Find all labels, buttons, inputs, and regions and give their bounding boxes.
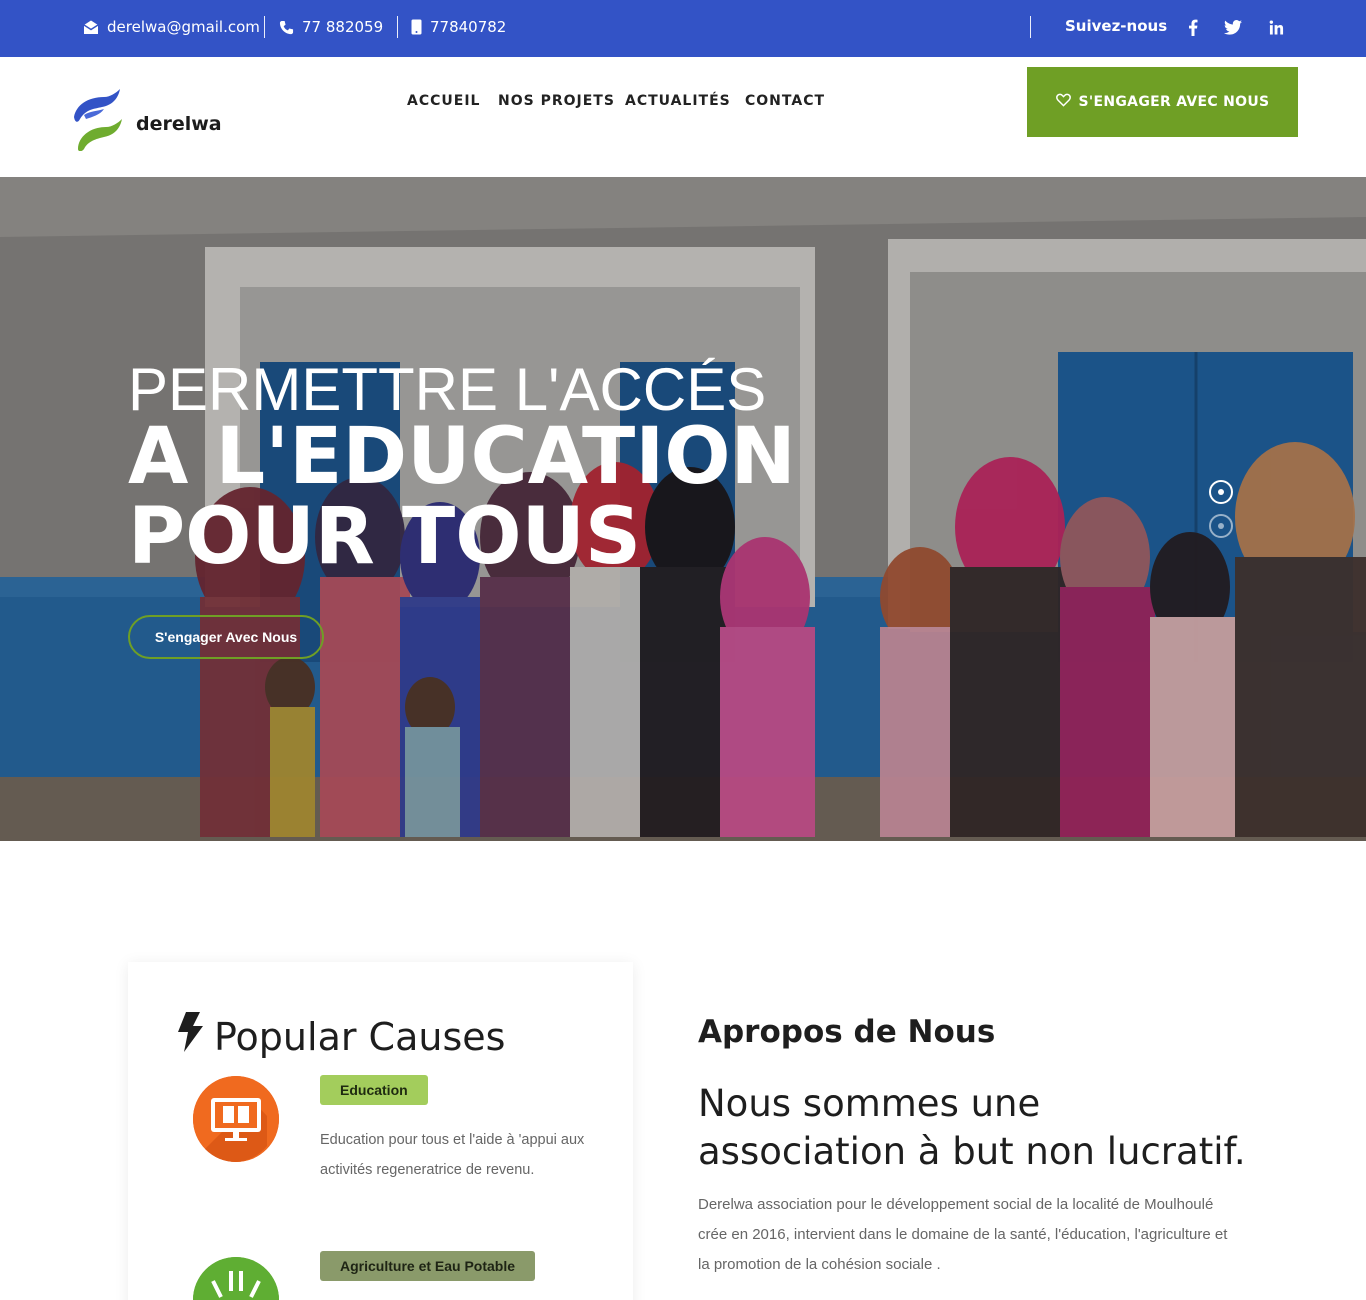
facebook-icon[interactable] [1182, 16, 1204, 38]
envelope-icon [83, 19, 99, 35]
main-header: derelwa ACCUEIL NOS PROJETS ACTUALITÉS C… [0, 57, 1366, 177]
slider-dot-2[interactable] [1209, 514, 1233, 538]
hero-engage-button[interactable]: S'engager Avec Nous [128, 615, 324, 659]
nav-nos-projets[interactable]: NOS PROJETS [498, 93, 615, 109]
popular-causes-card: Popular Causes Education Education pour … [128, 962, 633, 1300]
about-text: Derelwa association pour le développemen… [698, 1196, 1228, 1273]
mobile-text: 77840782 [430, 18, 507, 36]
popular-causes-title-text: Popular Causes [214, 1014, 506, 1059]
phone-icon [279, 20, 294, 35]
email-contact[interactable]: derelwa@gmail.com [83, 18, 260, 36]
logo-hands-icon [70, 87, 126, 155]
divider [1030, 16, 1031, 38]
phone-contact[interactable]: 77 882059 [279, 18, 383, 36]
engage-button[interactable]: S'ENGAGER AVEC NOUS [1027, 67, 1298, 137]
cause-education-description: Education pour tous et l'aide à 'appui a… [320, 1132, 585, 1178]
nav-accueil[interactable]: ACCUEIL [407, 93, 480, 109]
hero-slider: PERMETTRE L'ACCÉS A L'EDUCATION POUR TOU… [0, 177, 1366, 841]
hero-heading-line3: POUR TOUS [128, 492, 642, 582]
engage-button-label: S'ENGAGER AVEC NOUS [1078, 94, 1270, 110]
about-subtitle: Nous sommes une association à but non lu… [698, 1082, 1246, 1173]
nav-actualites[interactable]: ACTUALITÉS [625, 93, 731, 109]
logo-text: derelwa [136, 113, 222, 135]
divider [264, 16, 265, 38]
follow-label: Suivez-nous [1065, 17, 1168, 35]
divider [397, 16, 398, 38]
heart-icon [1055, 93, 1071, 111]
logo[interactable]: derelwa [70, 87, 222, 155]
phone-text: 77 882059 [302, 18, 384, 36]
about-title: Apropos de Nous [698, 1014, 996, 1050]
hero-heading-line2: A L'EDUCATION [128, 412, 796, 502]
email-text: derelwa@gmail.com [107, 18, 260, 36]
nav-contact[interactable]: CONTACT [745, 93, 825, 109]
mobile-contact[interactable]: 77840782 [411, 18, 506, 36]
tag-agriculture[interactable]: Agriculture et Eau Potable [320, 1251, 536, 1281]
education-monitor-icon [193, 1076, 279, 1163]
linkedin-icon[interactable] [1265, 16, 1287, 38]
mobile-icon [411, 19, 422, 35]
bolt-icon [176, 1012, 204, 1061]
top-bar: derelwa@gmail.com 77 882059 77840782 Sui… [0, 0, 1366, 57]
twitter-icon[interactable] [1222, 16, 1244, 38]
slider-dot-1[interactable] [1209, 480, 1233, 504]
tag-education[interactable]: Education [320, 1075, 428, 1105]
popular-causes-title: Popular Causes [176, 1012, 505, 1061]
agriculture-hands-icon [193, 1257, 279, 1300]
